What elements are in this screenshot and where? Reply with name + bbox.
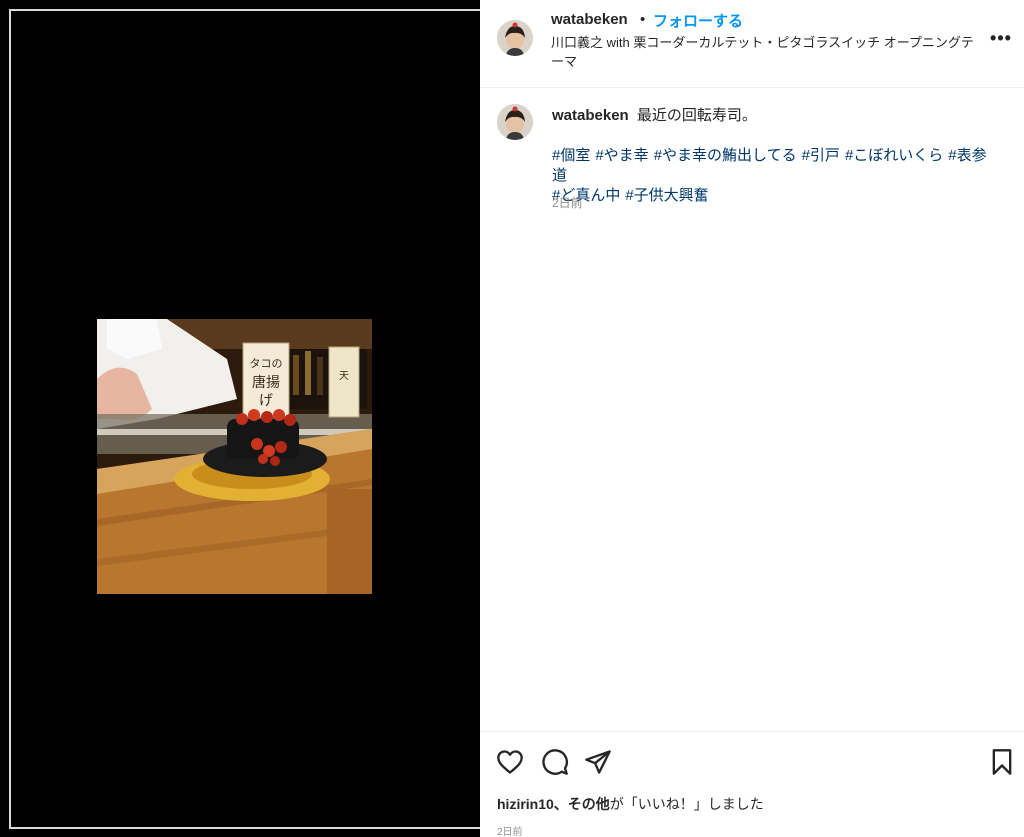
hashtag-link[interactable]: #子供大興奮 (625, 187, 708, 204)
caption-timestamp[interactable]: 2日前 (552, 194, 583, 211)
hashtag-link[interactable]: #個室 (552, 147, 590, 164)
comment-icon[interactable] (541, 748, 569, 776)
post-username[interactable]: watabeken (551, 11, 628, 28)
caption-body: 最近の回転寿司。 (636, 107, 757, 124)
post-photo[interactable]: タコの 唐揚 げ 天 (97, 319, 372, 594)
post-side-panel: watabeken • フォローする 川口義之 with 栗コーダーカルテット・… (480, 0, 1024, 837)
others-link[interactable]: 、その他 (554, 796, 610, 812)
separator-dot: • (640, 11, 646, 28)
avatar[interactable] (497, 104, 533, 140)
hashtag-link[interactable]: #こぼれいくら (845, 147, 943, 164)
hashtag-link[interactable]: #引戸 (802, 147, 840, 164)
post-header: watabeken • フォローする 川口義之 with 栗コーダーカルテット・… (480, 0, 1024, 88)
liker-username[interactable]: hizirin10 (497, 796, 554, 812)
svg-text:タコの: タコの (250, 357, 283, 370)
bookmark-icon[interactable] (988, 748, 1016, 776)
follow-button[interactable]: フォローする (653, 10, 743, 31)
likes-suffix: が「いいね！」しました (609, 796, 764, 812)
svg-text:唐揚: 唐揚 (252, 374, 280, 391)
hashtag-list: #個室 #やま幸 #やま幸の鮪出してる #引戸 #こぼれいくら #表参道 #ど真ん中 #子供大… (552, 146, 1002, 206)
likes-summary: hizirin10、その他が「いいね！」しました (497, 794, 764, 814)
more-icon[interactable]: ••• (990, 28, 1012, 48)
svg-text:げ: げ (259, 393, 273, 409)
heart-icon[interactable] (496, 748, 524, 776)
caption-username[interactable]: watabeken (552, 107, 629, 124)
media-pane: タコの 唐揚 げ 天 (0, 0, 480, 837)
caption-text: watabeken 最近の回転寿司。 (552, 106, 1002, 126)
share-icon[interactable] (584, 748, 612, 776)
audio-attribution[interactable]: 川口義之 with 栗コーダーカルテット・ピタゴラスイッチ オープニングテーマ (551, 33, 981, 71)
hashtag-link[interactable]: #やま幸の鮪出してる (654, 147, 797, 164)
svg-text:天: 天 (339, 371, 349, 382)
action-bar: hizirin10、その他が「いいね！」しました 2日前 (480, 731, 1024, 837)
hashtag-link[interactable]: #やま幸 (595, 147, 648, 164)
avatar[interactable] (497, 20, 533, 56)
post-timestamp[interactable]: 2日前 (497, 823, 523, 837)
